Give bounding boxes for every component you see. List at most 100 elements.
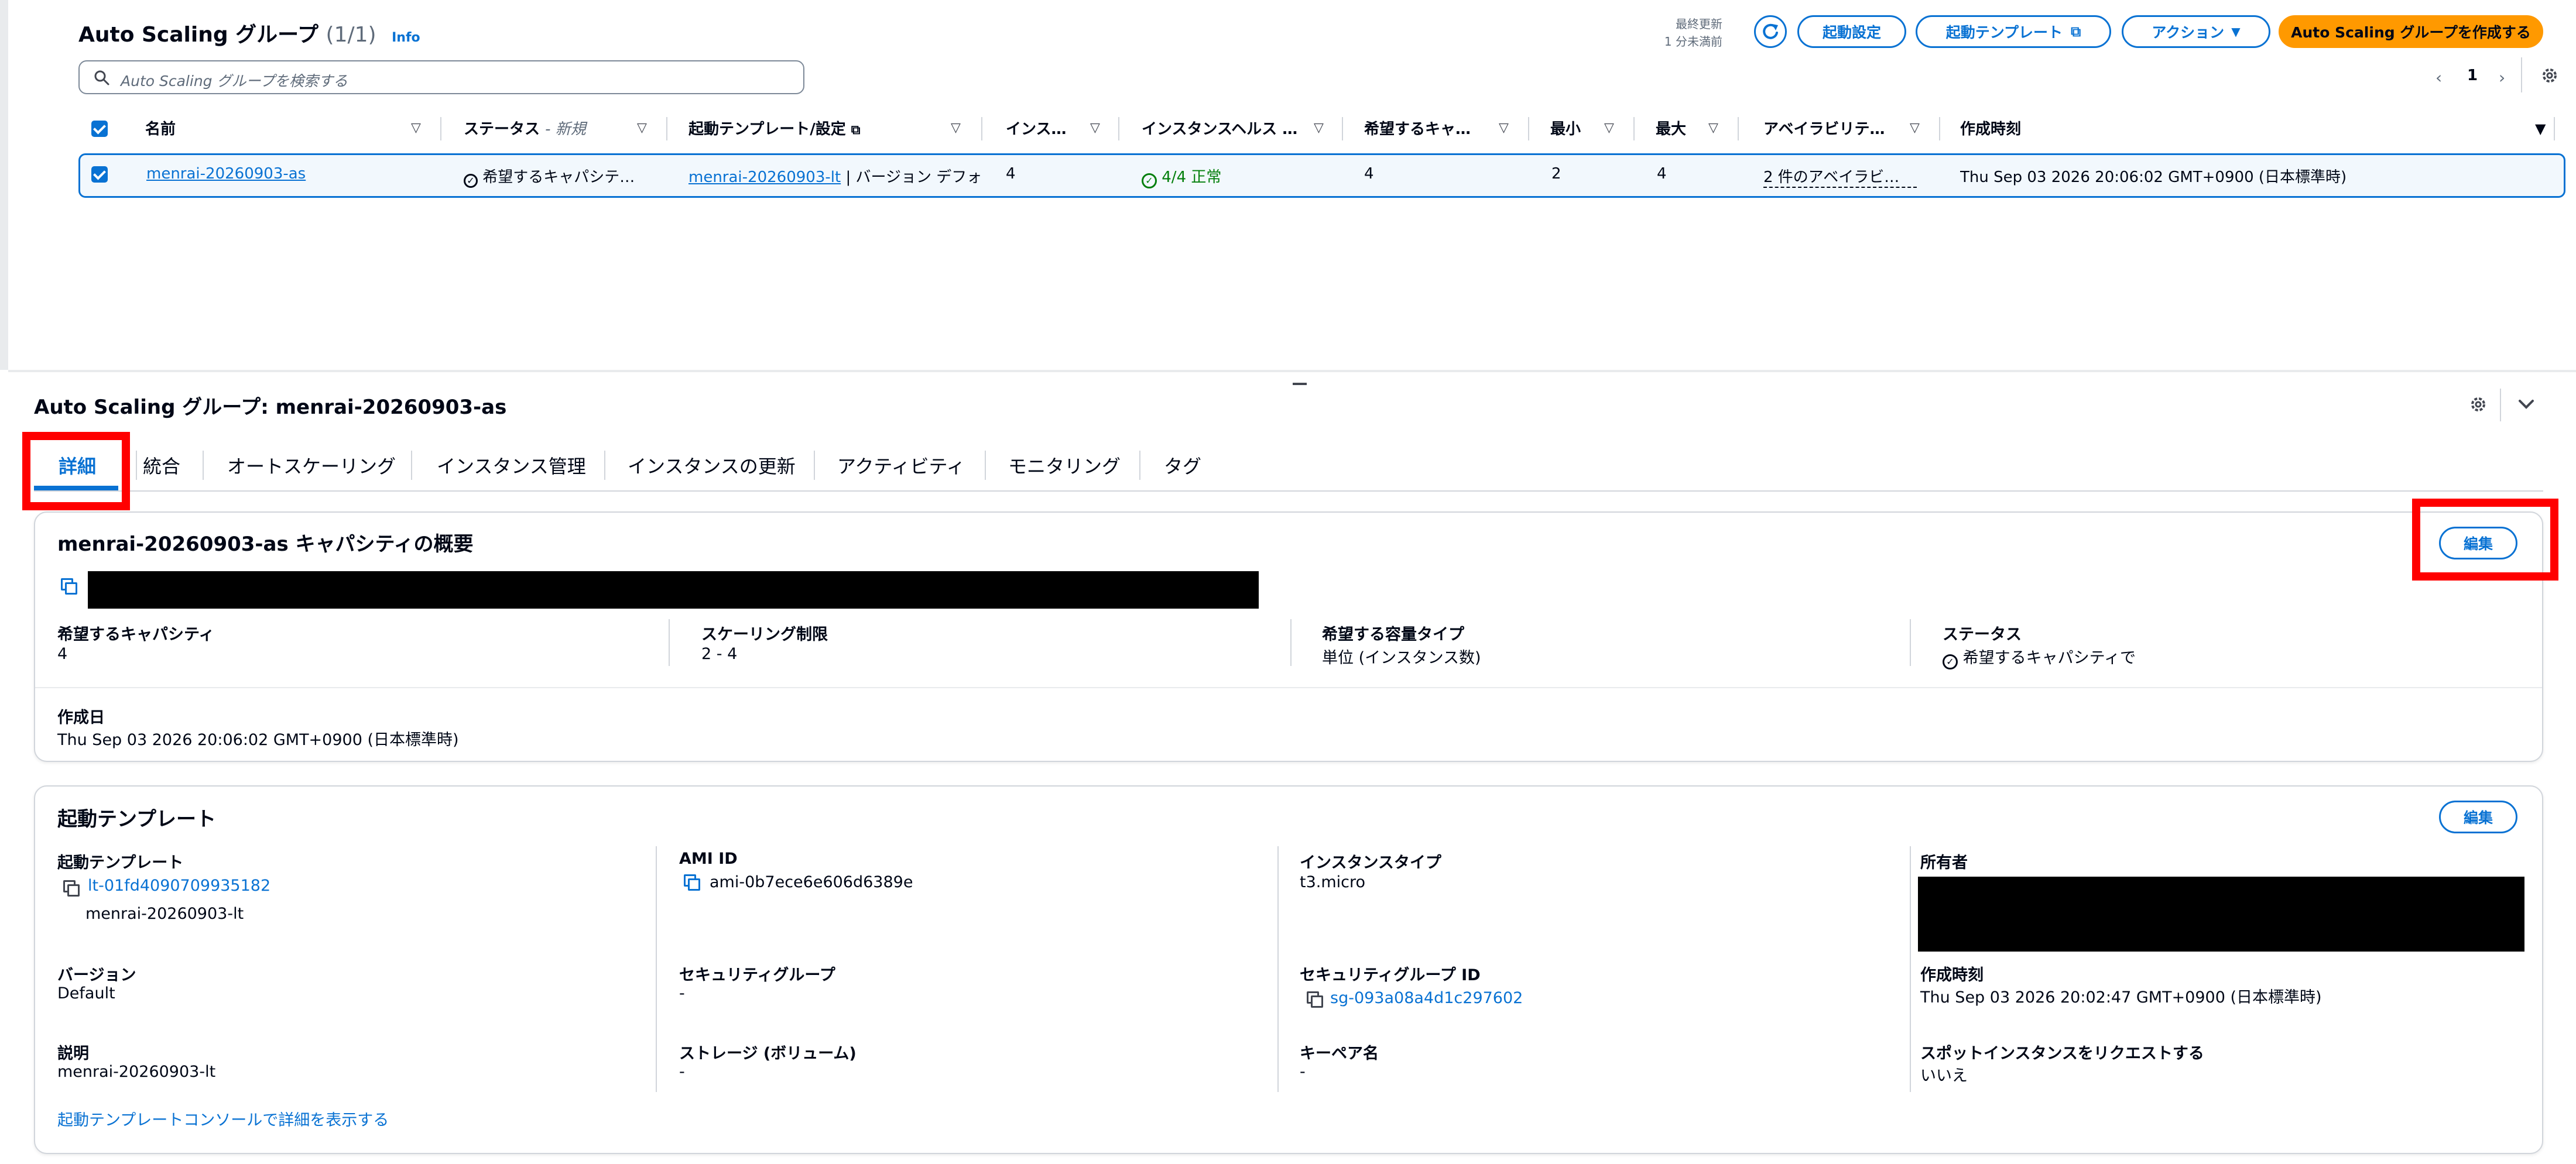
- launch-template-name: menrai-20260903-lt: [85, 905, 244, 923]
- tab-divider: [985, 451, 986, 480]
- sort-icon[interactable]: ▽: [951, 121, 961, 135]
- preferences-gear-icon[interactable]: [2540, 66, 2560, 85]
- tab-instance-refresh[interactable]: インスタンスの更新: [628, 452, 796, 479]
- storage-value: -: [679, 1063, 685, 1081]
- ami-id-label: AMI ID: [679, 850, 738, 868]
- refresh-button[interactable]: [1754, 15, 1787, 48]
- column-divider: [1118, 117, 1119, 140]
- copy-ami-icon[interactable]: [684, 874, 700, 891]
- copy-icon[interactable]: [1307, 991, 1323, 1008]
- row-launch-template-version: | バージョン デフォル: [845, 169, 981, 186]
- sort-icon[interactable]: ▽: [1314, 121, 1324, 135]
- previous-page-icon[interactable]: ‹: [2435, 68, 2442, 87]
- detail-settings-gear-icon[interactable]: [2468, 394, 2488, 414]
- capacity-card-title: menrai-20260903-as キャパシティの概要: [57, 533, 474, 556]
- key-pair-value: -: [1300, 1063, 1306, 1081]
- launch-template-edit-button[interactable]: 編集: [2439, 801, 2517, 833]
- row-launch-template-link[interactable]: menrai-20260903-lt: [688, 169, 841, 186]
- key-pair-label: キーペア名: [1300, 1045, 1379, 1063]
- sort-descending-icon[interactable]: ▼: [2535, 121, 2546, 137]
- instance-type-label: インスタンスタイプ: [1300, 854, 1441, 872]
- launch-template-console-link[interactable]: 起動テンプレートコンソールで詳細を表示する: [57, 1107, 389, 1130]
- field-divider: [1910, 619, 1911, 666]
- field-divider: [1277, 846, 1279, 1092]
- tab-divider: [411, 451, 412, 480]
- launch-template-button[interactable]: 起動テンプレート ⧉: [1916, 15, 2111, 48]
- column-divider: [666, 117, 667, 140]
- row-created-time: Thu Sep 03 2026 20:06:02 GMT+0900 (日本標準時…: [1960, 169, 2347, 186]
- column-header-status[interactable]: ステータス - 新規: [464, 117, 639, 140]
- security-group-id-link[interactable]: sg-093a08a4d1c297602: [1330, 989, 1523, 1007]
- column-header-desired-capacity[interactable]: 希望するキャ…: [1364, 117, 1481, 140]
- list-title-text: Auto Scaling グループ: [78, 23, 318, 47]
- info-link[interactable]: Info: [392, 30, 420, 45]
- current-page[interactable]: 1: [2467, 67, 2478, 84]
- launch-template-header-label: 起動テンプレート/設定: [688, 121, 846, 138]
- next-page-icon[interactable]: ›: [2499, 68, 2505, 87]
- sort-icon[interactable]: ▽: [637, 121, 647, 135]
- status-new-tag: - 新規: [545, 121, 586, 138]
- sort-icon[interactable]: ▽: [1604, 121, 1614, 135]
- tab-divider: [604, 451, 605, 480]
- row-availability-zones[interactable]: 2 件のアベイラビ…: [1763, 165, 1917, 188]
- version-value: Default: [57, 984, 115, 1002]
- tab-monitoring[interactable]: モニタリング: [1008, 452, 1121, 479]
- copy-arn-icon[interactable]: [61, 578, 77, 595]
- column-header-instances[interactable]: インス…: [1006, 117, 1076, 140]
- search-input[interactable]: Auto Scaling グループを検索する: [78, 60, 804, 94]
- sort-icon[interactable]: ▽: [1910, 121, 1920, 135]
- select-all-checkbox[interactable]: [91, 121, 108, 137]
- launch-template-label: 起動テンプレート: [57, 854, 184, 872]
- last-updated-label: 最終更新: [1676, 17, 1722, 31]
- tab-tags[interactable]: タグ: [1164, 452, 1201, 479]
- launch-template-card-title: 起動テンプレート: [57, 808, 216, 831]
- column-header-max[interactable]: 最大: [1656, 117, 1703, 140]
- copy-icon[interactable]: [63, 880, 80, 897]
- launch-template-label: 起動テンプレート: [1945, 24, 2063, 41]
- panel-splitter[interactable]: [8, 370, 2576, 372]
- create-label: Auto Scaling グループを作成する: [2291, 24, 2531, 41]
- sort-icon[interactable]: ▽: [1708, 121, 1718, 135]
- column-header-created-time[interactable]: 作成時刻: [1960, 117, 2136, 140]
- sort-icon[interactable]: ▽: [1499, 121, 1509, 135]
- card-divider: [35, 687, 2542, 688]
- collapse-chevron-icon[interactable]: [2517, 398, 2535, 411]
- row-checkbox[interactable]: [91, 166, 108, 183]
- column-header-name[interactable]: 名前: [145, 117, 274, 140]
- detail-header-divider: [2500, 389, 2501, 421]
- tab-integrations[interactable]: 統合: [143, 452, 180, 479]
- column-header-availability-zones[interactable]: アベイラビリテ…: [1763, 117, 1904, 140]
- actions-dropdown[interactable]: アクション ▼: [2122, 15, 2270, 48]
- status-header-label: ステータス: [464, 121, 540, 138]
- column-divider: [1633, 117, 1635, 140]
- spot-request-value: いいえ: [1920, 1067, 1968, 1085]
- row-min: 2: [1551, 165, 1561, 183]
- created-date-label: 作成日: [57, 709, 105, 727]
- tab-divider: [136, 451, 137, 480]
- tab-automatic-scaling[interactable]: オートスケーリング: [227, 452, 396, 479]
- column-divider: [440, 117, 441, 140]
- sort-icon[interactable]: ▽: [1090, 121, 1100, 135]
- create-auto-scaling-group-button[interactable]: Auto Scaling グループを作成する: [2279, 15, 2543, 48]
- launch-template-id-link[interactable]: lt-01fd4090709935182: [88, 877, 270, 895]
- column-header-instance-health[interactable]: インスタンスヘルス …: [1142, 117, 1311, 140]
- column-header-launch-template[interactable]: 起動テンプレート/設定 ⧉: [688, 117, 888, 140]
- splitter-handle[interactable]: [1293, 383, 1307, 385]
- pager-divider: [2521, 57, 2522, 92]
- tab-instance-management[interactable]: インスタンス管理: [437, 452, 586, 479]
- status-ok-icon: ✓: [1943, 654, 1958, 669]
- tab-activity[interactable]: アクティビティ: [837, 452, 965, 479]
- row-status-text: 希望するキャパシテ…: [482, 169, 635, 186]
- column-header-min[interactable]: 最小: [1550, 117, 1597, 140]
- capacity-status-text: 希望するキャパシティで: [1962, 649, 2136, 667]
- column-divider: [1939, 117, 1940, 140]
- row-status: ✓ 希望するキャパシテ…: [464, 165, 649, 188]
- row-name-link[interactable]: menrai-20260903-as: [146, 165, 310, 183]
- desired-capacity-value: 4: [57, 645, 68, 663]
- highlight-box-details-tab: [22, 432, 130, 510]
- created-date-value: Thu Sep 03 2026 20:06:02 GMT+0900 (日本標準時…: [57, 731, 459, 749]
- security-groups-value: -: [679, 984, 685, 1002]
- launch-configuration-button[interactable]: 起動設定: [1797, 15, 1906, 48]
- sort-icon[interactable]: ▽: [411, 121, 421, 135]
- column-divider: [2554, 117, 2555, 140]
